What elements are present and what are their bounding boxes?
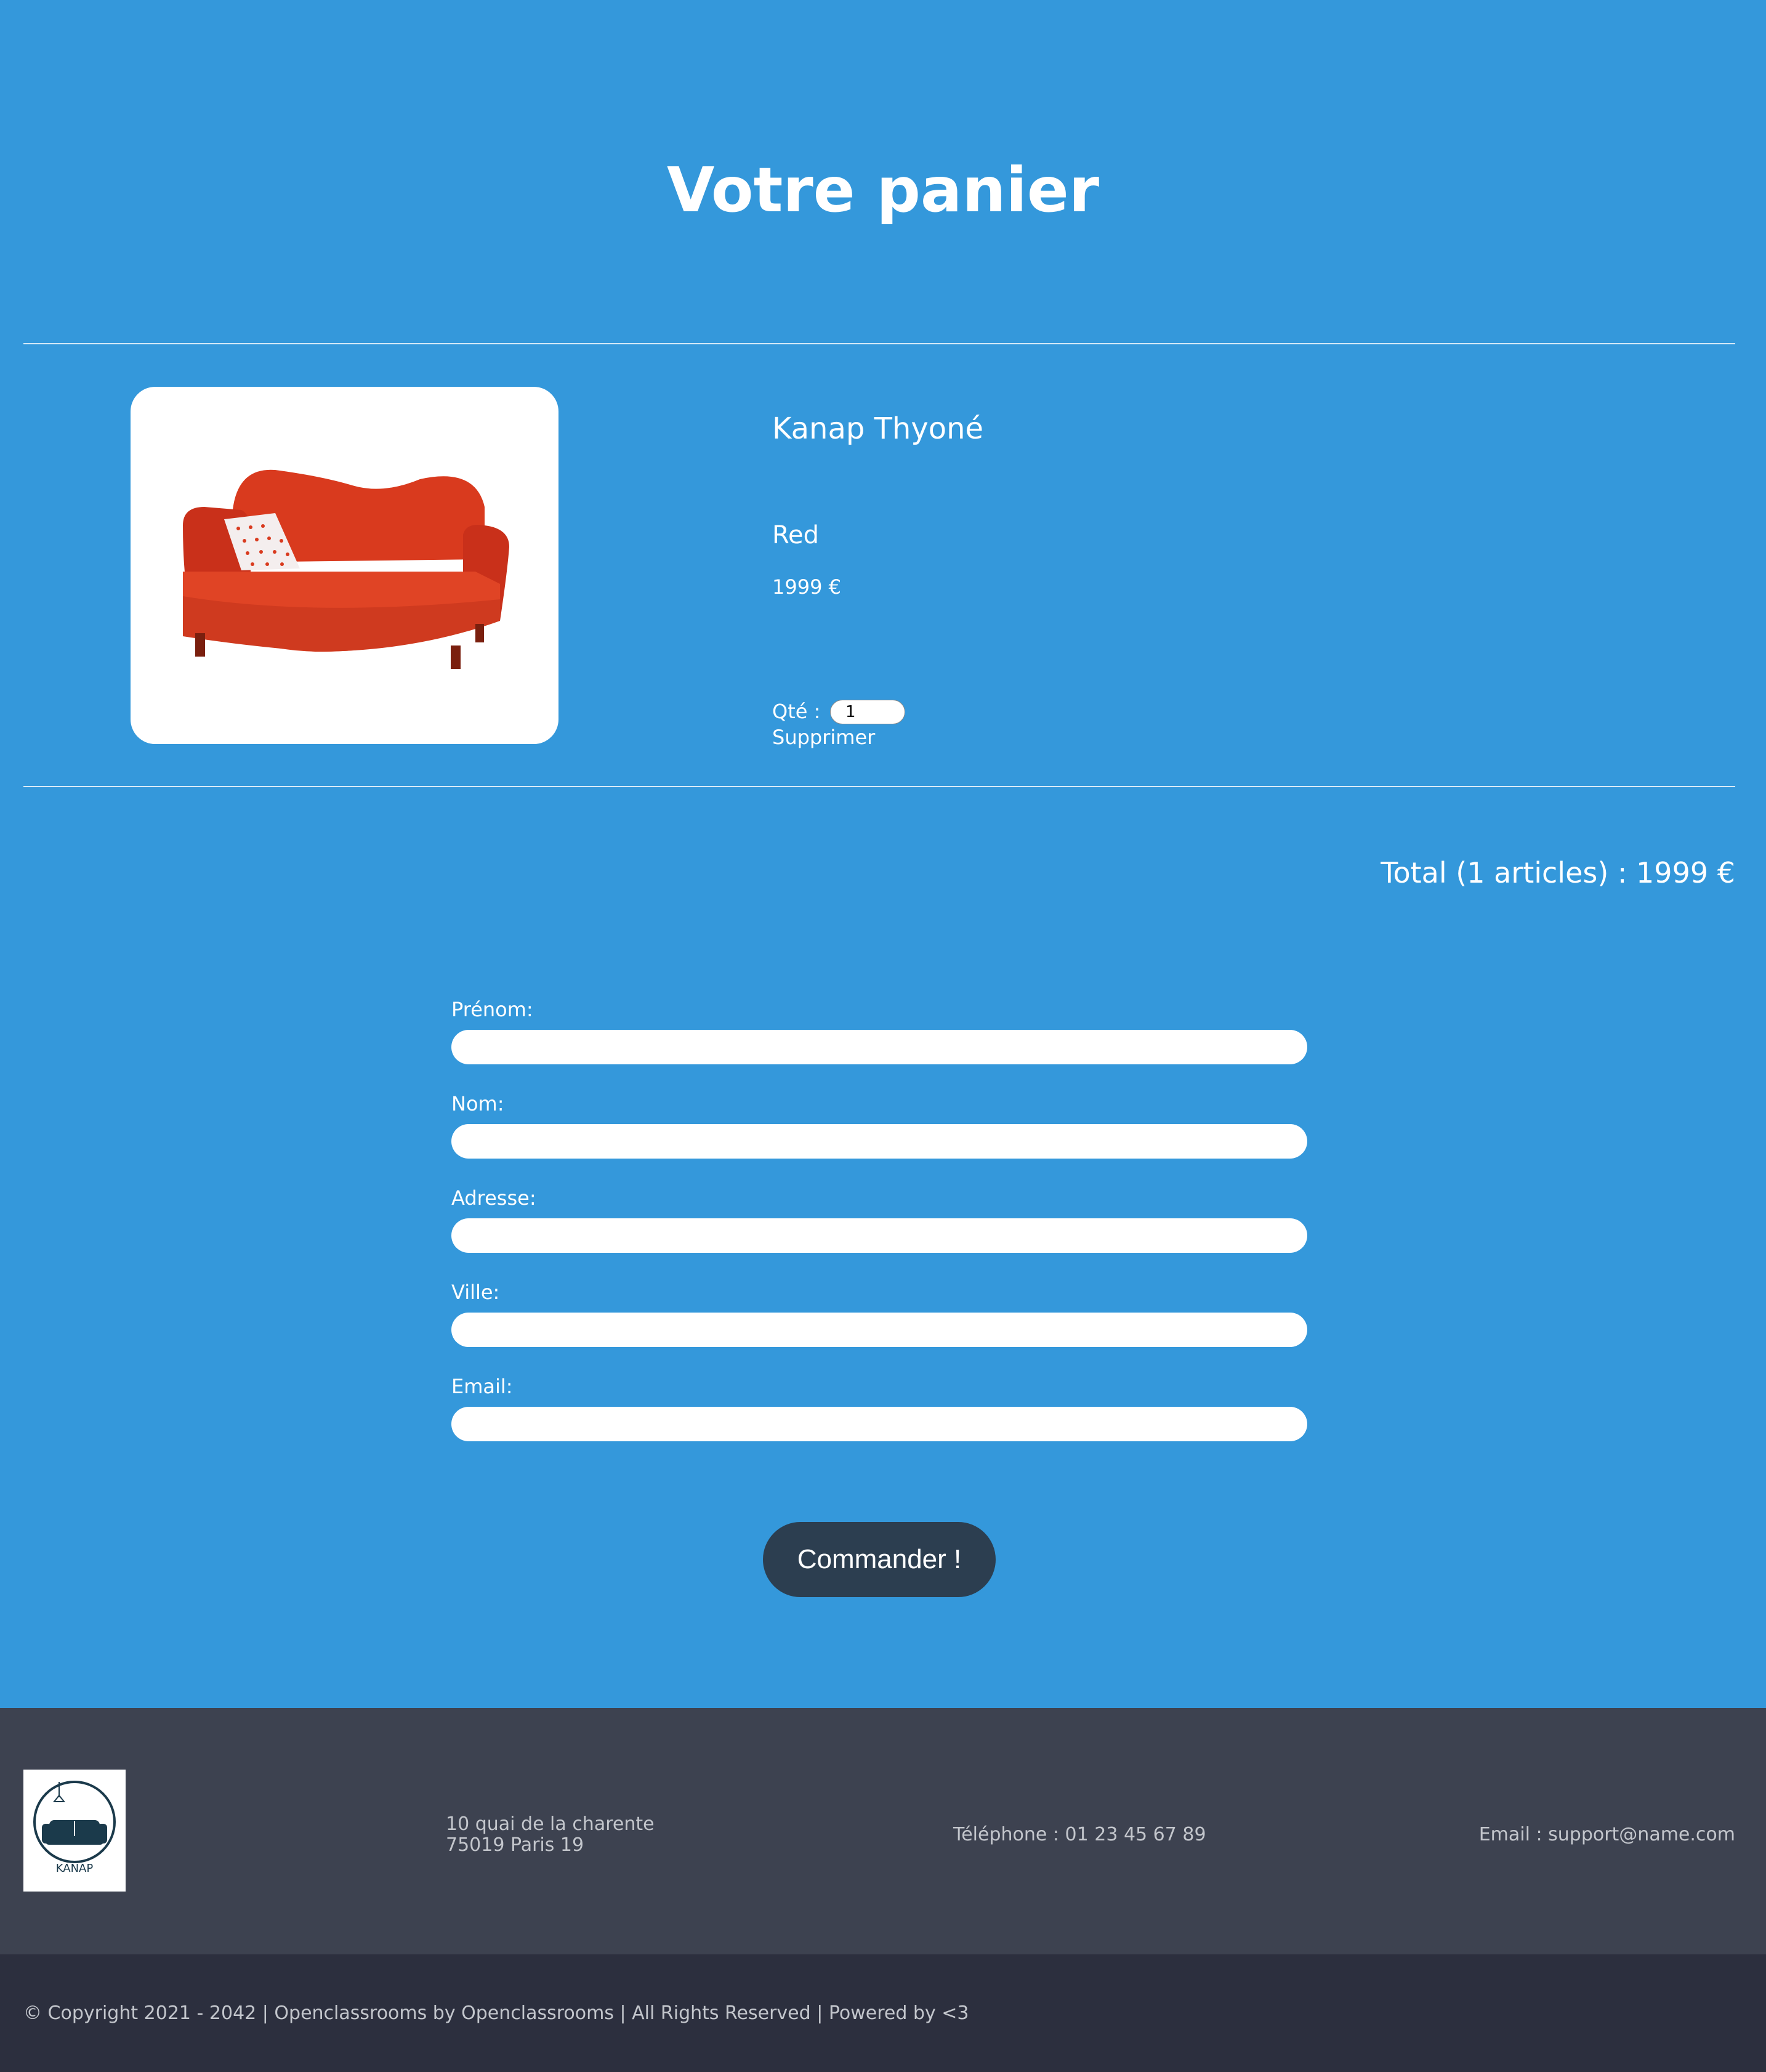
main-content: Votre panier Kanap Thyoné Red 1999 € Qté… <box>0 0 1766 1708</box>
footer-phone: Téléphone : 01 23 45 67 89 <box>953 1824 1206 1845</box>
lastname-input[interactable] <box>451 1124 1307 1159</box>
lastname-row: Nom: <box>451 1092 1307 1186</box>
product-color: Red <box>772 521 819 549</box>
email-row: Email: <box>451 1375 1307 1469</box>
firstname-input[interactable] <box>451 1030 1307 1064</box>
delete-item-button[interactable]: Supprimer <box>772 726 875 749</box>
red-sofa-image <box>183 469 509 669</box>
page-title: Votre panier <box>666 154 1100 226</box>
divider <box>23 343 1735 344</box>
footer-address: 10 quai de la charente 75019 Paris 19 <box>446 1814 655 1856</box>
address-label: Adresse: <box>451 1186 536 1210</box>
quantity-input[interactable] <box>830 700 905 724</box>
footer: KANAP 10 quai de la charente 75019 Paris… <box>0 1708 1766 1954</box>
order-button[interactable]: Commander ! <box>763 1522 996 1597</box>
copyright-bar: © Copyright 2021 - 2042 | Openclassrooms… <box>0 1954 1766 2072</box>
product-price: 1999 € <box>772 575 841 599</box>
product-image <box>131 387 558 744</box>
copyright-text: © Copyright 2021 - 2042 | Openclassrooms… <box>23 2002 969 2024</box>
address-line-2: 75019 Paris 19 <box>446 1834 584 1856</box>
kanap-logo: KANAP <box>23 1770 126 1892</box>
cart-total: Total (1 articles) : 1999 € <box>1381 856 1735 889</box>
address-input[interactable] <box>451 1218 1307 1253</box>
address-row: Adresse: <box>451 1186 1307 1281</box>
email-input[interactable] <box>451 1407 1307 1441</box>
city-row: Ville: <box>451 1281 1307 1375</box>
lastname-label: Nom: <box>451 1092 504 1115</box>
city-input[interactable] <box>451 1313 1307 1347</box>
city-label: Ville: <box>451 1281 500 1304</box>
email-label: Email: <box>451 1375 513 1398</box>
firstname-row: Prénom: <box>451 998 1307 1092</box>
logo-text: KANAP <box>55 1862 94 1875</box>
address-line-1: 10 quai de la charente <box>446 1813 655 1835</box>
divider <box>23 786 1735 787</box>
order-form: Prénom: Nom: Adresse: Ville: Email: <box>451 998 1307 1469</box>
firstname-label: Prénom: <box>451 998 533 1021</box>
footer-email: Email : support@name.com <box>1478 1824 1735 1845</box>
product-name: Kanap Thyoné <box>772 411 984 446</box>
quantity-label: Qté : <box>772 700 821 723</box>
